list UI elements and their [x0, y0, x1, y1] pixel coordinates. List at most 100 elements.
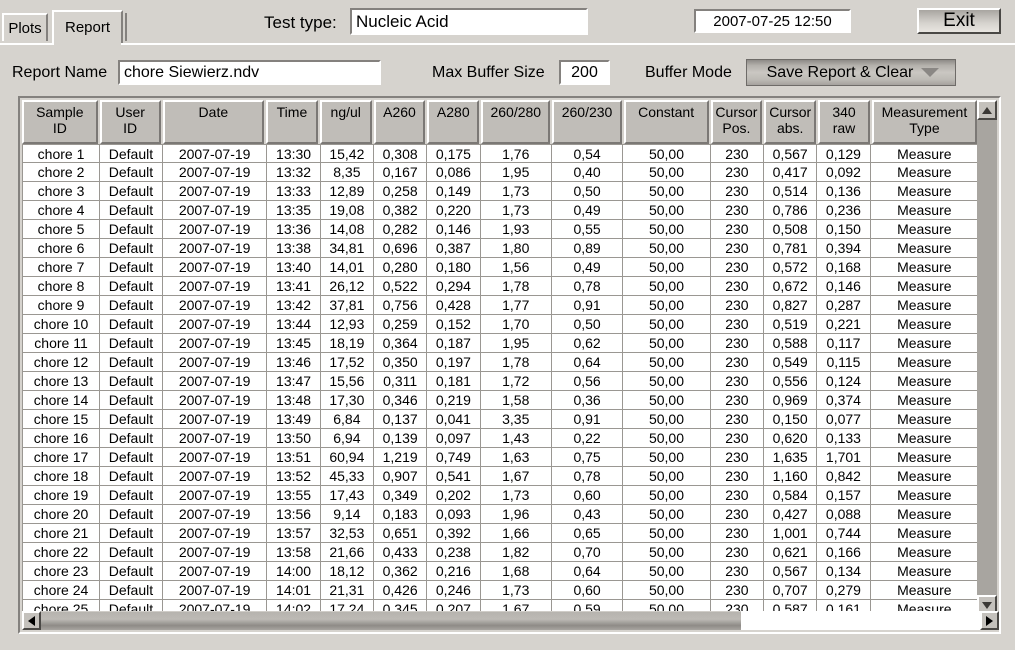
exit-button[interactable]: Exit — [917, 8, 1001, 34]
table-cell: Default — [100, 315, 163, 334]
table-cell: 50,00 — [623, 201, 711, 220]
scroll-left-button-face[interactable] — [22, 611, 41, 630]
table-row[interactable]: chore 15 Default 2007-07-19 13:49 6,84 0,137 0… — [22, 410, 979, 429]
column-header[interactable]: A280 — [427, 100, 480, 144]
table-row[interactable]: chore 8 Default 2007-07-19 13:41 26,12 0,522 0… — [22, 277, 979, 296]
table-cell: 2007-07-19 — [162, 581, 268, 600]
table-cell: Measure — [870, 315, 979, 334]
table-cell: 2007-07-19 — [162, 410, 268, 429]
table-row[interactable]: chore 11 Default 2007-07-19 13:45 18,19 0,364… — [22, 334, 979, 353]
table-row[interactable]: chore 17 Default 2007-07-19 13:51 60,94 1,219… — [22, 448, 979, 467]
max-buffer-size-label: Max Buffer Size — [432, 64, 545, 81]
table-cell: 0,572 — [764, 258, 818, 277]
report-name-input[interactable]: chore Siewierz.ndv — [118, 60, 381, 85]
table-cell: 0,168 — [817, 258, 871, 277]
table-row[interactable]: chore 12 Default 2007-07-19 13:46 17,52 0,350… — [22, 353, 979, 372]
test-type-field[interactable]: Nucleic Acid — [350, 8, 588, 35]
column-header-line1: 340 — [832, 104, 856, 120]
table-cell: 50,00 — [623, 163, 711, 182]
table-cell: 50,00 — [623, 391, 711, 410]
table-cell: 230 — [710, 410, 765, 429]
column-header[interactable]: 260/280 — [481, 100, 551, 144]
column-header[interactable]: Time — [266, 100, 318, 144]
column-header[interactable]: Date — [162, 100, 265, 144]
table-cell: 230 — [710, 448, 765, 467]
table-cell: 13:48 — [267, 391, 321, 410]
table-row[interactable]: chore 3 Default 2007-07-19 13:33 12,89 0,258 0… — [22, 182, 979, 201]
column-header-line1: Time — [276, 104, 308, 120]
tab-plots[interactable]: Plots — [2, 13, 48, 41]
column-header-line2: ID — [52, 120, 67, 136]
table-cell: 0,146 — [817, 277, 871, 296]
table-row[interactable]: chore 13 Default 2007-07-19 13:47 15,56 0,311… — [22, 372, 979, 391]
table-row[interactable]: chore 22 Default 2007-07-19 13:58 21,66 0,433… — [22, 543, 979, 562]
table-cell: 0,146 — [427, 220, 481, 239]
max-buffer-size-input[interactable]: 200 — [559, 60, 610, 85]
table-row[interactable]: chore 2 Default 2007-07-19 13:32 8,35 0,167 0,… — [22, 163, 979, 182]
column-header[interactable]: Cursor abs. — [764, 100, 817, 144]
table-cell: 13:50 — [267, 429, 321, 448]
table-row[interactable]: chore 20 Default 2007-07-19 13:56 9,14 0,183 0… — [22, 505, 979, 524]
table-cell: 1,73 — [480, 201, 552, 220]
scroll-right-button[interactable] — [980, 611, 999, 630]
table-cell: 50,00 — [623, 334, 711, 353]
table-cell: Default — [100, 296, 163, 315]
table-row[interactable]: chore 16 Default 2007-07-19 13:50 6,94 0,139 0… — [22, 429, 979, 448]
scroll-right-button-face[interactable] — [980, 611, 999, 630]
table-row[interactable]: chore 10 Default 2007-07-19 13:44 12,93 0,259… — [22, 315, 979, 334]
table-cell: 2007-07-19 — [162, 372, 268, 391]
column-header[interactable]: User ID — [99, 100, 161, 144]
table-row[interactable]: chore 1 Default 2007-07-19 13:30 15,42 0,308 0… — [22, 144, 979, 163]
table-cell: Default — [100, 353, 163, 372]
vertical-scrollbar[interactable] — [977, 100, 997, 615]
table-cell: 0,088 — [817, 505, 871, 524]
table-row[interactable]: chore 21 Default 2007-07-19 13:57 32,53 0,651… — [22, 524, 979, 543]
buffer-mode-dropdown[interactable]: Save Report & Clear — [746, 59, 956, 86]
table-row[interactable]: chore 14 Default 2007-07-19 13:48 17,30 0,346… — [22, 391, 979, 410]
table-cell: 0,258 — [374, 182, 428, 201]
scroll-left-button[interactable] — [22, 611, 41, 630]
column-header[interactable]: Cursor Pos. — [710, 100, 763, 144]
table-cell: 0,40 — [551, 163, 624, 182]
report-table-panel: Sample ID User ID Date Time ng/ul A260 A280 260/2… — [18, 96, 1001, 634]
table-row[interactable]: chore 18 Default 2007-07-19 13:52 45,33 0,907… — [22, 467, 979, 486]
column-header[interactable]: 260/230 — [552, 100, 622, 144]
table-row[interactable]: chore 5 Default 2007-07-19 13:36 14,08 0,282 0… — [22, 220, 979, 239]
table-row[interactable]: chore 23 Default 2007-07-19 14:00 18,12 0,362… — [22, 562, 979, 581]
table-cell: Default — [100, 505, 163, 524]
table-cell: 2007-07-19 — [162, 467, 268, 486]
horizontal-scroll-thumb[interactable] — [41, 611, 741, 630]
column-header[interactable]: Constant — [623, 100, 709, 144]
table-cell: 21,66 — [320, 543, 374, 562]
table-cell: 0,827 — [764, 296, 818, 315]
column-header[interactable]: A260 — [373, 100, 426, 144]
table-row[interactable]: chore 19 Default 2007-07-19 13:55 17,43 0,349… — [22, 486, 979, 505]
column-header[interactable]: ng/ul — [319, 100, 372, 144]
table-cell: Default — [100, 486, 163, 505]
scroll-up-button[interactable] — [977, 100, 997, 120]
column-header[interactable]: Sample ID — [22, 100, 98, 144]
table-row[interactable]: chore 24 Default 2007-07-19 14:01 21,31 0,426… — [22, 581, 979, 600]
triangle-left-icon — [28, 615, 35, 626]
table-cell: 0,64 — [551, 353, 624, 372]
table-row[interactable]: chore 6 Default 2007-07-19 13:38 34,81 0,696 0… — [22, 239, 979, 258]
column-header-line2: raw — [832, 120, 856, 136]
table-cell: 0,221 — [817, 315, 871, 334]
table-cell: Default — [100, 410, 163, 429]
table-cell: 0,70 — [551, 543, 624, 562]
column-header[interactable]: 340 raw — [818, 100, 870, 144]
horizontal-scrollbar[interactable] — [22, 611, 999, 630]
horizontal-scroll-track[interactable] — [41, 611, 980, 630]
table-cell: 0,567 — [764, 562, 818, 581]
column-header[interactable]: Measurement Type — [871, 100, 977, 144]
table-cell: 0,115 — [817, 353, 871, 372]
table-cell: 50,00 — [623, 467, 711, 486]
table-cell: 1,80 — [480, 239, 552, 258]
table-cell: 2007-07-19 — [162, 315, 268, 334]
table-row[interactable]: chore 4 Default 2007-07-19 13:35 19,08 0,382 0… — [22, 201, 979, 220]
table-cell: 0,350 — [374, 353, 428, 372]
chevron-down-icon — [921, 68, 939, 77]
table-row[interactable]: chore 7 Default 2007-07-19 13:40 14,01 0,280 0… — [22, 258, 979, 277]
tab-report[interactable]: Report — [52, 10, 123, 43]
table-row[interactable]: chore 9 Default 2007-07-19 13:42 37,81 0,756 0… — [22, 296, 979, 315]
